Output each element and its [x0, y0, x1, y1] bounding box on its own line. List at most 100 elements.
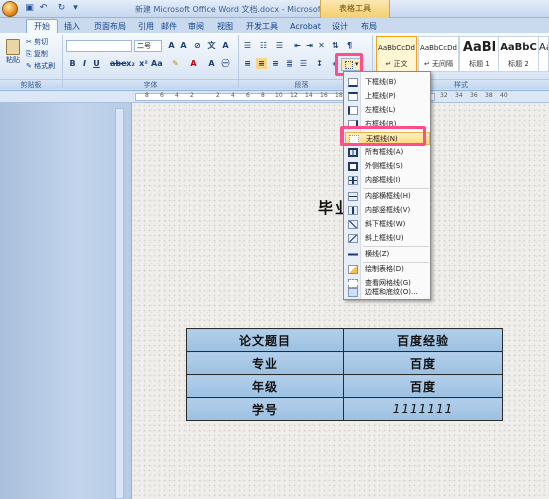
show-marks-icon[interactable]: ¶ [344, 40, 355, 51]
style-heading-2[interactable]: AaBbC 标题 2 [498, 36, 539, 72]
font-color-icon[interactable]: A [188, 58, 199, 69]
highlight-icon[interactable]: ✎ [170, 58, 181, 69]
menu-item-draw-table[interactable]: 绘制表格(D) [345, 263, 430, 276]
menu-item-inside-borders[interactable]: 内部框线(I) [345, 174, 430, 187]
menu-item-bottom-border[interactable]: 下框线(B) [345, 76, 430, 89]
table-tools-context-tab: 表格工具 [320, 0, 390, 18]
table-cell[interactable]: 百度经验 [343, 328, 503, 352]
menu-item-left-border[interactable]: 左框线(L) [345, 104, 430, 117]
char-shading-icon[interactable]: A [206, 58, 217, 69]
table-cell[interactable]: 百度 [343, 374, 503, 398]
menu-item-all-borders[interactable]: 所有框线(A) [345, 146, 430, 159]
document-page[interactable] [131, 103, 549, 499]
undo-icon[interactable]: ↶ [38, 3, 49, 14]
superscript-icon[interactable]: x² [138, 58, 149, 69]
font-group-label: 字体 [63, 79, 238, 89]
table-cell[interactable]: 论文题目 [186, 328, 344, 352]
tab-layout[interactable]: 布局 [361, 20, 377, 33]
font-size-combo[interactable]: 二号 [134, 40, 162, 52]
horizontal-ruler[interactable]: 8 6 4 2 2 4 6 8 10 12 14 16 18 32 34 36 … [0, 91, 549, 103]
left-border-icon [348, 106, 358, 115]
redo-icon[interactable]: ↻ [56, 3, 67, 14]
ruler-number: 10 [275, 92, 283, 99]
ruler-number: 36 [470, 92, 478, 99]
multilevel-list-icon[interactable]: ☰ [274, 40, 285, 51]
bullets-icon[interactable]: ☰ [242, 40, 253, 51]
grow-font-icon[interactable]: A [166, 40, 177, 51]
menu-item-horizontal-line[interactable]: 横线(Z) [345, 248, 430, 261]
menu-item-diagonal-down-border[interactable]: 斜下框线(W) [345, 218, 430, 231]
table-cell[interactable]: 专业 [186, 351, 344, 375]
menu-item-inside-vertical-border[interactable]: 内部竖框线(V) [345, 204, 430, 217]
align-left-icon[interactable]: ≡ [242, 58, 253, 69]
ribbon-tabs: 开始 插入 页面布局 引用 邮件 审阅 视图 开发工具 Acrobat 设计 布… [0, 18, 549, 33]
copy-icon: ⎘ [26, 50, 32, 58]
table-cell[interactable]: 年级 [186, 374, 344, 398]
paste-button[interactable]: 粘贴 [3, 39, 23, 69]
change-case-icon[interactable]: Aa [151, 58, 163, 69]
menu-item-diagonal-up-border[interactable]: 斜上框线(U) [345, 232, 430, 245]
table-row: 学号 1111111 [186, 397, 503, 421]
enclosed-char-icon[interactable]: ㊀ [220, 58, 231, 69]
vertical-ruler[interactable] [115, 108, 124, 499]
table-cell[interactable]: 1111111 [343, 397, 503, 421]
style-more[interactable]: AaBbC [538, 36, 549, 72]
ruler-number: 2 [190, 92, 194, 99]
align-center-icon[interactable]: ≡ [256, 58, 267, 69]
shrink-font-icon[interactable]: A [178, 40, 189, 51]
tab-home[interactable]: 开始 [26, 19, 58, 33]
strikethrough-icon[interactable]: abe [110, 58, 127, 69]
style-heading-1[interactable]: AaBl 标题 1 [459, 36, 500, 72]
format-painter-button[interactable]: ✎ 格式刷 [26, 61, 55, 72]
font-name-combo[interactable] [66, 40, 132, 52]
italic-icon[interactable]: I [79, 58, 90, 69]
window-title: 新建 Microsoft Office Word 文档.docx - Micro… [135, 5, 347, 14]
chinese-layout-icon[interactable]: ✕ [316, 40, 327, 51]
scissors-icon: ✂ [26, 38, 32, 46]
ruler-number: 40 [500, 92, 508, 99]
inside-borders-icon [348, 176, 358, 185]
style-normal[interactable]: AaBbCcDd ↵ 正文 [376, 36, 417, 72]
char-border-icon[interactable]: A [220, 40, 231, 51]
tab-review[interactable]: 审阅 [188, 20, 204, 33]
tab-acrobat[interactable]: Acrobat [290, 20, 321, 33]
tab-page-layout[interactable]: 页面布局 [94, 20, 126, 33]
underline-icon[interactable]: U [91, 58, 102, 69]
copy-button[interactable]: ⎘ 复制 [26, 49, 48, 60]
tab-view[interactable]: 视图 [217, 20, 233, 33]
ruler-number: 38 [485, 92, 493, 99]
document-table[interactable]: 论文题目 百度经验 专业 百度 年级 百度 学号 1111111 [186, 328, 503, 421]
menu-item-inside-horizontal-border[interactable]: 内部横框线(H) [345, 190, 430, 203]
menu-item-borders-and-shading[interactable]: 边框和底纹(O)... [345, 286, 430, 299]
phonetic-guide-icon[interactable]: 文 [206, 40, 217, 51]
increase-indent-icon[interactable]: ⇥ [304, 40, 315, 51]
ruler-number: 4 [175, 92, 179, 99]
justify-icon[interactable]: ≣ [284, 58, 295, 69]
style-no-spacing[interactable]: AaBbCcDd ↵ 无间隔 [418, 36, 459, 72]
menu-item-top-border[interactable]: 上框线(P) [345, 90, 430, 103]
clear-format-icon[interactable]: ⊘ [192, 40, 203, 51]
line-spacing-icon[interactable]: ↕ [314, 58, 325, 69]
subscript-icon[interactable]: x₂ [125, 58, 136, 69]
numbering-icon[interactable]: ☷ [258, 40, 269, 51]
diagonal-down-border-icon [348, 220, 358, 229]
tab-developer[interactable]: 开发工具 [246, 20, 278, 33]
pencil-icon [348, 265, 358, 274]
table-cell[interactable]: 学号 [186, 397, 344, 421]
tab-references[interactable]: 引用 [138, 20, 154, 33]
distributed-icon[interactable]: ☰ [298, 58, 309, 69]
inside-horizontal-border-icon [348, 192, 358, 201]
align-right-icon[interactable]: ≡ [270, 58, 281, 69]
cut-button[interactable]: ✂ 剪切 [26, 37, 48, 48]
tab-insert[interactable]: 插入 [64, 20, 80, 33]
office-button[interactable] [2, 1, 18, 17]
tab-design[interactable]: 设计 [332, 20, 348, 33]
decrease-indent-icon[interactable]: ⇤ [292, 40, 303, 51]
customize-qat-icon[interactable]: ▾ [70, 3, 81, 14]
menu-item-outside-borders[interactable]: 外侧框线(S) [345, 160, 430, 173]
bold-icon[interactable]: B [67, 58, 78, 69]
sort-icon[interactable]: ⇅ [330, 40, 341, 51]
tab-mailings[interactable]: 邮件 [161, 20, 177, 33]
save-icon[interactable]: ▣ [24, 3, 35, 14]
table-cell[interactable]: 百度 [343, 351, 503, 375]
